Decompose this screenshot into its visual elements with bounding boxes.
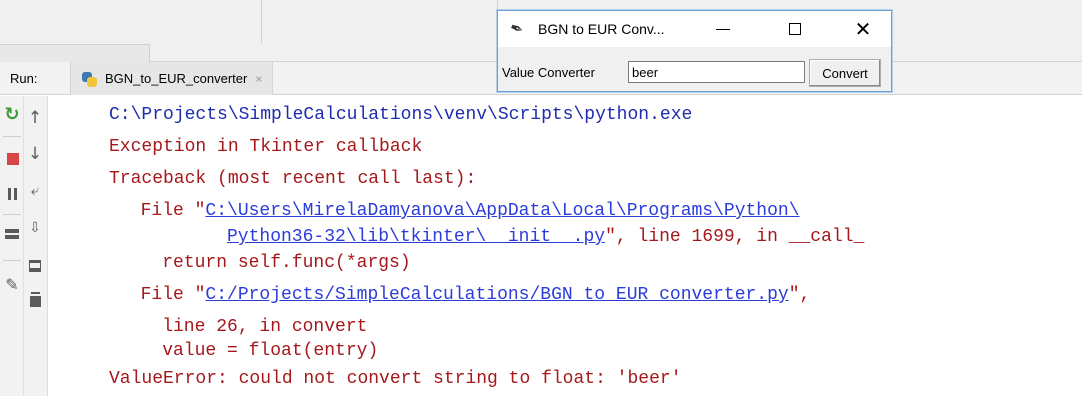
error-text: Traceback (most recent call last):	[109, 169, 477, 189]
stop-icon[interactable]	[3, 149, 23, 169]
minimize-icon	[716, 28, 730, 30]
file-link[interactable]: C:/Projects/SimpleCalculations/BGN_to_EU…	[205, 285, 788, 305]
console-line: value = float(entry)	[119, 340, 378, 362]
toolbar-separator	[3, 136, 21, 137]
error-text: Exception in Tkinter callback	[109, 137, 423, 157]
value-converter-label: Value Converter	[502, 65, 595, 80]
console-line: File "C:/Projects/SimpleCalculations/BGN…	[119, 284, 811, 306]
file-link[interactable]: C:\Users\MirelaDamyanova\AppData\Local\P…	[205, 201, 799, 221]
error-text: ", line 1699, in __call_	[605, 227, 865, 247]
run-label: Run:	[10, 71, 38, 86]
trash-icon[interactable]	[25, 290, 45, 310]
run-toolbar: ↻ ✎ ↑ ↓ ⤶ ⇩	[0, 96, 48, 396]
editor-area-segment	[262, 0, 498, 62]
print-icon[interactable]	[25, 256, 45, 276]
console-output[interactable]: C:\Projects\SimpleCalculations\venv\Scri…	[48, 96, 1082, 396]
error-text: ",	[788, 285, 811, 305]
console-line: C:\Projects\SimpleCalculations\venv\Scri…	[109, 104, 692, 126]
toolbar-divider	[23, 96, 24, 396]
feather-icon: ✒	[507, 17, 527, 40]
error-text: File "	[119, 285, 206, 305]
up-arrow-icon[interactable]: ↑	[25, 108, 45, 128]
pause-icon[interactable]	[2, 184, 22, 204]
tk-app-window: ✒ BGN to EUR Conv... ✕ Value Converter C…	[497, 10, 892, 92]
toolbar-separator	[3, 260, 21, 261]
close-tab-icon[interactable]: ×	[255, 72, 262, 86]
close-button[interactable]: ✕	[848, 15, 878, 43]
rerun-icon[interactable]: ↻	[2, 104, 22, 125]
console-line: Python36-32\lib\tkinter\__init__.py", li…	[227, 226, 864, 248]
scroll-to-end-icon[interactable]: ⇩	[25, 218, 45, 238]
python-icon	[81, 70, 99, 88]
console-line: File "C:\Users\MirelaDamyanova\AppData\L…	[119, 200, 800, 222]
error-text: value = float(entry)	[119, 341, 379, 361]
minimize-button[interactable]	[708, 17, 738, 41]
soft-wrap-icon[interactable]: ⤶	[25, 180, 45, 200]
error-text: line 26, in convert	[119, 317, 368, 337]
pin-icon[interactable]: ✎	[2, 274, 22, 294]
console-line: Exception in Tkinter callback	[109, 136, 422, 158]
tk-window-title: BGN to EUR Conv...	[538, 21, 665, 37]
editor-area-segment	[0, 44, 150, 62]
tk-titlebar[interactable]: ✒ BGN to EUR Conv... ✕	[498, 11, 891, 47]
down-arrow-icon[interactable]: ↓	[25, 144, 45, 164]
console-line: return self.func(*args)	[119, 252, 411, 274]
maximize-icon	[789, 23, 801, 35]
file-link[interactable]: Python36-32\lib\tkinter\__init__.py	[227, 227, 605, 247]
run-config-tab[interactable]: BGN_to_EUR_converter ×	[70, 62, 274, 95]
error-text: ValueError: could not convert string to …	[109, 369, 682, 389]
console-line: Traceback (most recent call last):	[109, 168, 476, 190]
console-line: ValueError: could not convert string to …	[109, 368, 682, 390]
run-tab-label: BGN_to_EUR_converter	[105, 71, 248, 86]
layout-icon[interactable]	[2, 224, 22, 244]
error-text: File "	[119, 201, 206, 221]
editor-area-segment	[0, 0, 262, 44]
interpreter-path: C:\Projects\SimpleCalculations\venv\Scri…	[109, 105, 693, 125]
console-line: line 26, in convert	[119, 316, 367, 338]
value-entry[interactable]	[628, 61, 805, 83]
toolbar-separator	[3, 214, 21, 215]
maximize-button[interactable]	[780, 17, 810, 41]
convert-button[interactable]: Convert	[809, 59, 881, 87]
error-text: return self.func(*args)	[119, 253, 411, 273]
